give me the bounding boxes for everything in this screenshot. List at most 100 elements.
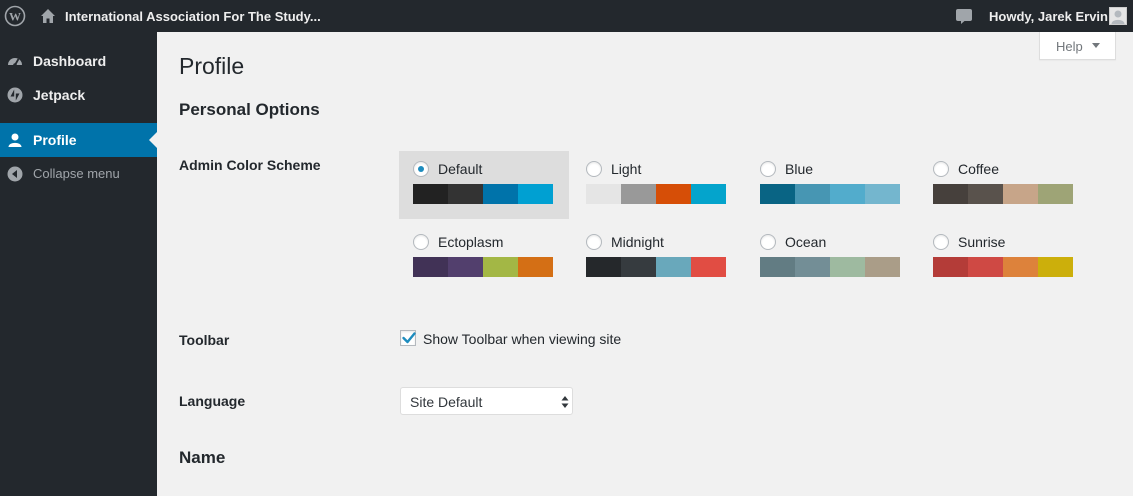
color-swatch xyxy=(483,184,518,204)
language-select[interactable]: Site Default xyxy=(400,387,573,415)
scheme-name: Midnight xyxy=(611,234,664,250)
color-swatch xyxy=(795,257,830,277)
color-scheme-option[interactable]: Ocean xyxy=(746,224,916,292)
color-swatch xyxy=(830,184,865,204)
color-swatch xyxy=(1038,184,1073,204)
color-swatch xyxy=(448,257,483,277)
color-scheme-option[interactable]: Coffee xyxy=(919,151,1089,219)
color-scheme-option[interactable]: Light xyxy=(572,151,742,219)
help-button-label: Help xyxy=(1056,39,1083,54)
scheme-name: Ocean xyxy=(785,234,827,250)
scheme-swatches xyxy=(413,184,553,204)
radio-selected-dot xyxy=(418,166,424,172)
show-toolbar-label[interactable]: Show Toolbar when viewing site xyxy=(423,331,621,347)
color-swatch xyxy=(830,257,865,277)
scheme-name: Sunrise xyxy=(958,234,1006,250)
user-icon xyxy=(7,132,23,148)
color-scheme-option[interactable]: Sunrise xyxy=(919,224,1089,292)
language-select-value: Site Default xyxy=(410,394,483,410)
checkmark-icon xyxy=(402,332,416,344)
site-name-link[interactable]: International Association For The Study.… xyxy=(65,9,321,24)
caret-down-icon xyxy=(1092,43,1100,48)
color-swatch xyxy=(968,184,1003,204)
color-swatch xyxy=(865,257,900,277)
sidebar-item-jetpack[interactable]: Jetpack xyxy=(0,78,157,112)
color-swatch xyxy=(691,184,726,204)
color-swatch xyxy=(1038,257,1073,277)
sidebar-item-label: Dashboard xyxy=(33,53,107,69)
color-scheme-option[interactable]: Midnight xyxy=(572,224,742,292)
color-swatch xyxy=(621,184,656,204)
scheme-name: Default xyxy=(438,161,483,177)
color-swatch xyxy=(656,184,691,204)
scheme-name: Blue xyxy=(785,161,814,177)
home-icon[interactable] xyxy=(40,8,56,24)
color-swatch xyxy=(586,184,621,204)
scheme-swatches xyxy=(760,184,900,204)
help-button[interactable]: Help xyxy=(1039,32,1116,60)
color-swatch xyxy=(448,184,483,204)
collapse-icon xyxy=(7,166,23,182)
color-swatch xyxy=(1003,257,1038,277)
sidebar-item-label: Profile xyxy=(33,132,77,148)
sidebar-item-label: Jetpack xyxy=(33,87,86,103)
scheme-name: Light xyxy=(611,161,642,177)
svg-text:W: W xyxy=(9,10,21,24)
language-label: Language xyxy=(179,393,246,409)
scheme-name: Ectoplasm xyxy=(438,234,504,250)
wordpress-logo-icon[interactable]: W xyxy=(4,5,26,27)
show-toolbar-checkbox[interactable] xyxy=(400,330,416,346)
dashboard-icon xyxy=(7,53,23,69)
scheme-radio[interactable] xyxy=(933,234,949,250)
color-swatch xyxy=(795,184,830,204)
scheme-radio[interactable] xyxy=(933,161,949,177)
color-swatch xyxy=(413,184,448,204)
color-swatch xyxy=(518,184,553,204)
scheme-radio[interactable] xyxy=(586,161,602,177)
scheme-radio[interactable] xyxy=(413,161,429,177)
color-swatch xyxy=(933,257,968,277)
scheme-swatches xyxy=(933,184,1073,204)
color-swatch xyxy=(1003,184,1038,204)
color-scheme-option[interactable]: Ectoplasm xyxy=(399,224,569,292)
personal-options-heading: Personal Options xyxy=(179,100,320,119)
scheme-swatches xyxy=(586,257,726,277)
color-swatch xyxy=(518,257,553,277)
scheme-radio[interactable] xyxy=(760,161,776,177)
scheme-swatches xyxy=(586,184,726,204)
sidebar-item-label: Collapse menu xyxy=(33,166,120,181)
admin-color-scheme-label: Admin Color Scheme xyxy=(179,157,321,173)
color-swatch xyxy=(760,257,795,277)
color-swatch xyxy=(865,184,900,204)
color-swatch xyxy=(413,257,448,277)
color-swatch xyxy=(968,257,1003,277)
page-title: Profile xyxy=(179,53,245,79)
color-scheme-option[interactable]: Default xyxy=(399,151,569,219)
scheme-radio[interactable] xyxy=(586,234,602,250)
color-swatch xyxy=(760,184,795,204)
jetpack-icon xyxy=(7,87,23,103)
scheme-swatches xyxy=(413,257,553,277)
scheme-radio[interactable] xyxy=(760,234,776,250)
comment-icon[interactable] xyxy=(955,8,973,24)
color-swatch xyxy=(933,184,968,204)
admin-bar: W International Association For The Stud… xyxy=(0,0,1133,32)
sidebar-item-profile[interactable]: Profile xyxy=(0,123,157,157)
color-swatch xyxy=(656,257,691,277)
name-heading: Name xyxy=(179,448,226,467)
avatar[interactable] xyxy=(1109,7,1127,25)
main-content: Help Profile Personal Options Admin Colo… xyxy=(157,32,1133,496)
color-swatch xyxy=(586,257,621,277)
toolbar-label: Toolbar xyxy=(179,332,230,348)
color-scheme-option[interactable]: Blue xyxy=(746,151,916,219)
scheme-swatches xyxy=(933,257,1073,277)
color-swatch xyxy=(691,257,726,277)
color-swatch xyxy=(483,257,518,277)
scheme-radio[interactable] xyxy=(413,234,429,250)
sidebar-item-dashboard[interactable]: Dashboard xyxy=(0,44,157,78)
scheme-swatches xyxy=(760,257,900,277)
scheme-name: Coffee xyxy=(958,161,999,177)
collapse-menu-button[interactable]: Collapse menu xyxy=(0,157,157,191)
admin-sidebar: Dashboard Jetpack Profile Collapse menu xyxy=(0,32,157,496)
account-greeting[interactable]: Howdy, Jarek Ervin xyxy=(989,9,1108,24)
